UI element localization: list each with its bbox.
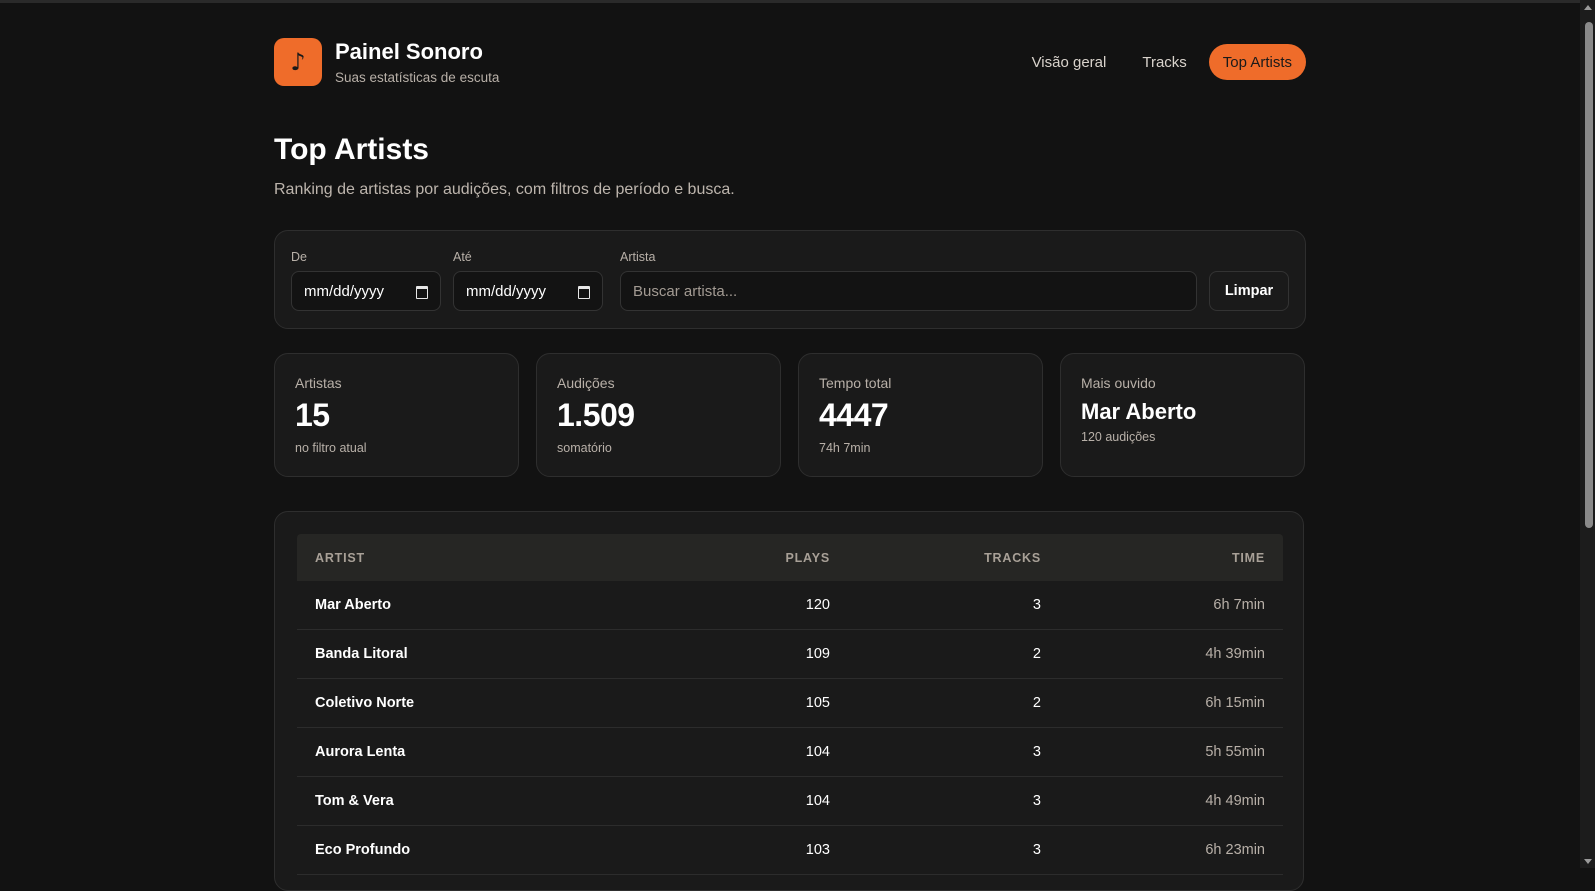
stat-label: Artistas <box>295 375 342 391</box>
artist-plays: 104 <box>805 793 830 809</box>
artist-time: 4h 39min <box>1205 646 1265 662</box>
artist-name: Mar Aberto <box>315 597 391 613</box>
stat-card-plays: Audições 1.509 somatório <box>536 353 781 477</box>
filter-panel: De mm/dd/yyyy Até mm/dd/yyyy Artista Lim… <box>274 230 1306 329</box>
nav-top-artists[interactable]: Top Artists <box>1208 44 1306 80</box>
app-title: Painel Sonoro <box>335 39 483 64</box>
table-row[interactable]: Coletivo Norte 105 2 6h 15min <box>297 679 1283 728</box>
artist-name: Banda Litoral <box>315 646 408 662</box>
stat-label: Mais ouvido <box>1081 375 1156 391</box>
window-top-border <box>0 0 1580 3</box>
artist-time: 5h 55min <box>1205 744 1265 760</box>
artist-tracks: 2 <box>1032 695 1041 711</box>
to-date-input[interactable]: mm/dd/yyyy <box>453 271 603 311</box>
music-note-icon: ♪ <box>274 38 322 86</box>
artist-name: Tom & Vera <box>315 793 394 809</box>
stat-note: no filtro atual <box>295 441 367 455</box>
main-nav: Visão geral Tracks Top Artists <box>1018 44 1306 80</box>
stat-value: 15 <box>295 397 330 433</box>
scroll-down-arrow-icon[interactable] <box>1584 859 1592 864</box>
artist-time: 6h 23min <box>1205 842 1265 858</box>
artist-time: 6h 15min <box>1205 695 1265 711</box>
stat-card-total-time: Tempo total 4447 74h 7min <box>798 353 1043 477</box>
artist-tracks: 2 <box>1032 646 1041 662</box>
page-description: Ranking de artistas por audições, com fi… <box>274 181 735 198</box>
stat-label: Tempo total <box>819 375 892 391</box>
calendar-icon[interactable] <box>578 285 590 299</box>
artist-plays: 103 <box>805 842 830 858</box>
artists-table-card: ARTIST PLAYS TRACKS TIME Mar Aberto 120 … <box>274 511 1304 891</box>
artist-tracks: 3 <box>1032 744 1041 760</box>
column-header-plays[interactable]: PLAYS <box>677 551 830 565</box>
stat-card-most-played: Mais ouvido Mar Aberto 120 audições <box>1060 353 1305 477</box>
page-title: Top Artists <box>274 133 429 166</box>
table-header: ARTIST PLAYS TRACKS TIME <box>297 534 1283 581</box>
artists-table: ARTIST PLAYS TRACKS TIME Mar Aberto 120 … <box>297 534 1283 875</box>
artist-filter-label: Artista <box>620 250 656 264</box>
stat-value: Mar Aberto <box>1081 399 1197 424</box>
artist-plays: 104 <box>805 744 830 760</box>
from-date-label: De <box>291 250 307 264</box>
stat-note: 74h 7min <box>819 441 871 455</box>
from-date-input[interactable]: mm/dd/yyyy <box>291 271 441 311</box>
column-header-time[interactable]: TIME <box>1041 551 1265 565</box>
artist-name: Coletivo Norte <box>315 695 415 711</box>
stat-value: 1.509 <box>557 397 635 433</box>
app-subtitle: Suas estatísticas de escuta <box>335 70 500 85</box>
table-row[interactable]: Banda Litoral 109 2 4h 39min <box>297 630 1283 679</box>
stat-note: somatório <box>557 441 612 455</box>
artist-plays: 109 <box>805 646 830 662</box>
to-date-value: mm/dd/yyyy <box>466 282 547 300</box>
nav-tracks[interactable]: Tracks <box>1128 44 1200 80</box>
from-date-value: mm/dd/yyyy <box>304 282 385 300</box>
scrollbar-thumb[interactable] <box>1585 22 1593 528</box>
stat-card-artists: Artistas 15 no filtro atual <box>274 353 519 477</box>
clear-filters-button[interactable]: Limpar <box>1209 271 1289 311</box>
artist-tracks: 3 <box>1032 597 1041 613</box>
table-row[interactable]: Tom & Vera 104 3 4h 49min <box>297 777 1283 826</box>
table-row[interactable]: Mar Aberto 120 3 6h 7min <box>297 581 1283 630</box>
artist-tracks: 3 <box>1032 793 1041 809</box>
artist-time: 4h 49min <box>1205 793 1265 809</box>
scroll-up-arrow-icon[interactable] <box>1584 5 1592 10</box>
artist-name: Aurora Lenta <box>315 744 406 760</box>
nav-visao-geral[interactable]: Visão geral <box>1018 44 1121 80</box>
column-header-artist[interactable]: ARTIST <box>297 551 677 565</box>
artist-plays: 105 <box>805 695 830 711</box>
artist-time: 6h 7min <box>1213 597 1265 613</box>
table-row[interactable]: Aurora Lenta 104 3 5h 55min <box>297 728 1283 777</box>
calendar-icon[interactable] <box>416 285 428 299</box>
app-header: ♪ Painel Sonoro Suas estatísticas de esc… <box>274 38 1306 88</box>
to-date-label: Até <box>453 250 472 264</box>
stat-value: 4447 <box>819 397 889 433</box>
artist-plays: 120 <box>805 597 830 613</box>
column-header-tracks[interactable]: TRACKS <box>830 551 1041 565</box>
stat-label: Audições <box>557 375 615 391</box>
stat-note: 120 audições <box>1081 430 1156 444</box>
artist-tracks: 3 <box>1032 842 1041 858</box>
artist-name: Eco Profundo <box>315 842 411 858</box>
artist-search-input[interactable] <box>620 271 1197 311</box>
